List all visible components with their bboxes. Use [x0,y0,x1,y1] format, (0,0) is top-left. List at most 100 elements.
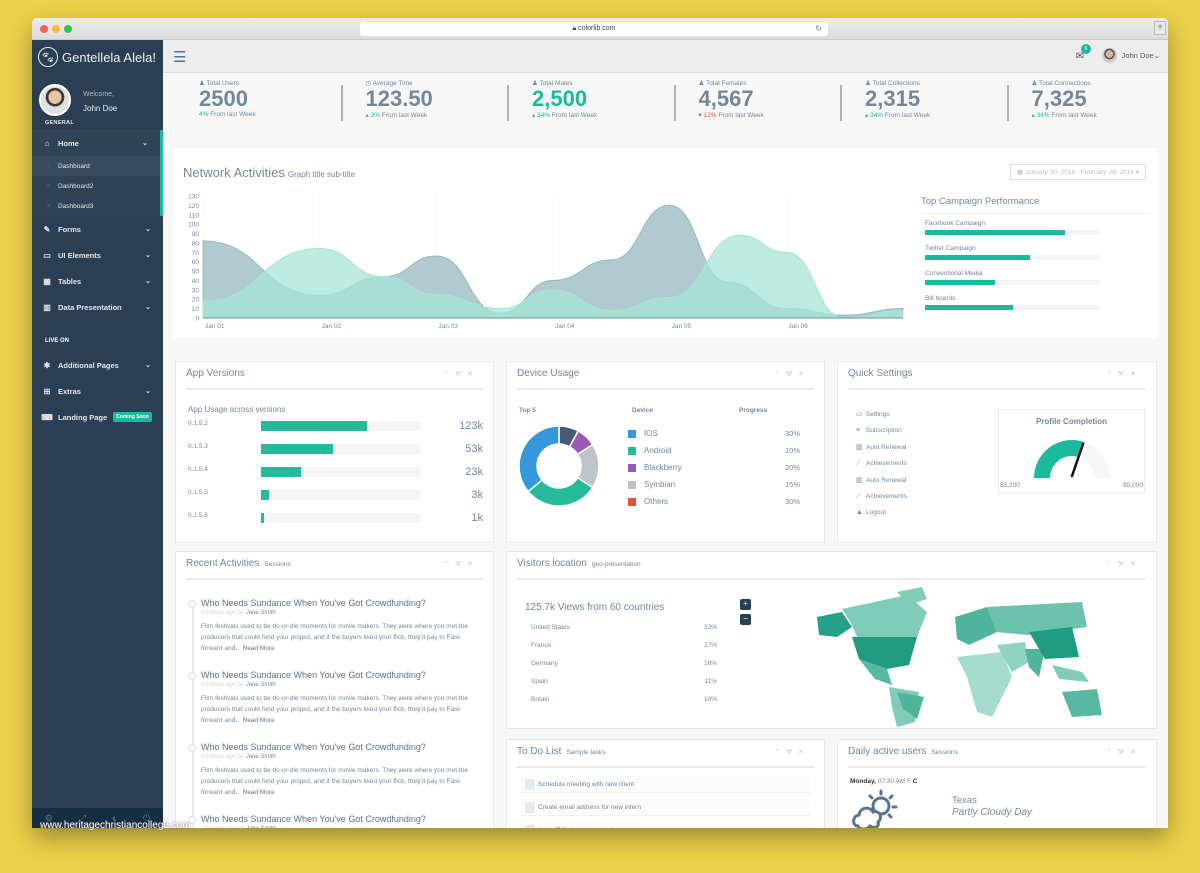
date-range-picker[interactable]: ▦ January 30, 2016 - February 28, 2016 ▾ [1009,164,1146,180]
activity-author[interactable]: Jane Smith [246,754,276,760]
collapse-icon[interactable]: ⌃ [774,749,786,756]
sidebar-item-label: Tables [58,276,82,286]
map-zoom-in-button[interactable]: + [740,599,751,610]
close-icon[interactable]: ✕ [1130,371,1142,378]
device-pct: 20% [784,463,800,472]
quick-settings-item[interactable]: ≡ Subscription [856,427,902,434]
read-more-link[interactable]: Read More [243,645,275,652]
read-more-link[interactable]: Read More [243,717,275,724]
close-icon[interactable]: ✕ [1130,561,1142,568]
avatar[interactable] [39,84,71,116]
chevron-down-icon: ⌄ [145,362,151,369]
country-name: France [531,642,552,649]
sidebar-item-ui-elements[interactable]: ▭ UI Elements ⌄ [32,242,163,268]
collapse-icon[interactable]: ⌃ [443,561,455,568]
col-device: Device [632,407,653,414]
activity-meta: 13 hours ago by Jane Smith [201,610,276,616]
sidebar-subitem-dashboard3[interactable]: Dashboard3 [32,196,160,216]
sidebar-item-extras[interactable]: ⊞ Extras ⌄ [32,378,163,404]
activity-author[interactable]: Jane Smith [246,826,276,828]
network-title-text: Network Activities [183,165,285,180]
wrench-icon[interactable]: ⚒ [1118,371,1130,378]
wrench-icon[interactable]: ⚒ [1118,749,1130,756]
weather-condition: Partly Cloudy Day [952,807,1033,818]
activity-title-link[interactable]: Who Needs Sundance When You've Got Crowd… [201,670,426,680]
todo-checkbox[interactable] [525,779,535,790]
activity-time: 13 hours ago by [201,754,245,760]
minimize-window-button[interactable] [52,25,60,33]
bar-chart-icon: ▥ [43,302,51,312]
close-window-button[interactable] [40,25,48,33]
sidebar-item-forms[interactable]: ✎ Forms ⌄ [32,216,163,242]
panel-title-text: Recent Activities [186,558,260,569]
activity-title-link[interactable]: Who Needs Sundance When You've Got Crowd… [201,814,426,824]
version-bar-track [261,467,421,477]
quick-settings-item[interactable]: ▥ Auto Renewal [856,443,906,451]
country-row: Germany 16% [531,660,717,667]
activity-author[interactable]: Jane Smith [246,682,276,688]
stat-delta-suffix: From last Week [883,112,931,119]
collapse-icon[interactable]: ⌃ [1106,749,1118,756]
brand[interactable]: 🐾︎ Gentellela Alela! [32,40,163,74]
sidebar-subitem-dashboard2[interactable]: Dashboard2 [32,176,160,196]
todo-checkbox[interactable] [525,825,535,828]
quick-settings-item[interactable]: ▥ Auto Renewal [856,476,906,484]
sidebar-item-additional-pages[interactable]: ✱ Additional Pages ⌄ [32,352,163,378]
world-map[interactable] [797,587,1127,727]
new-tab-button[interactable]: + [1154,21,1166,35]
panel-title: Device Usage [517,368,580,379]
sidebar-item-data-presentation[interactable]: ▥ Data Presentation ⌄ [32,294,163,320]
y-tick-label: 40 [192,278,200,285]
area-chart-icon: ▲ [856,509,863,516]
map-zoom-out-button[interactable]: − [740,614,751,625]
sidebar-item-home[interactable]: ⌂ Home ⌄ [32,130,163,156]
col-top5: Top 5 [519,407,536,414]
todo-checkbox[interactable] [525,802,535,813]
weather-location: Texas [952,795,977,806]
collapse-icon[interactable]: ⌃ [774,371,786,378]
address-bar[interactable]: 🔒︎ colorlib.com ↻ [360,22,828,36]
wrench-icon[interactable]: ⚒ [786,749,798,756]
user-avatar [1101,48,1117,63]
quick-settings-item[interactable]: ⟋ Achievements [856,460,907,468]
close-icon[interactable]: ✕ [1130,749,1142,756]
app-versions-panel: App Versions ⌃⚒✕ App Usage across versio… [175,361,494,543]
activity-title-link[interactable]: Who Needs Sundance When You've Got Crowd… [201,598,426,608]
sidebar-subitem-dashboard[interactable]: Dashboard [32,156,160,176]
hamburger-menu-icon[interactable]: ☰ [173,48,186,66]
country-pct: 16% [703,660,717,667]
main-content: ♟ Total Users 2500 4% From last Week ◷ Aver… [163,73,1168,828]
wrench-icon[interactable]: ⚒ [1118,561,1130,568]
maximize-window-button[interactable] [64,25,72,33]
close-icon[interactable]: ✕ [467,561,479,568]
close-icon[interactable]: ✕ [467,371,479,378]
wrench-icon[interactable]: ⚒ [786,371,798,378]
y-tick-label: 120 [188,203,199,210]
mail-button[interactable]: ✉ 6 [1076,44,1091,62]
quick-settings-item[interactable]: ⟋ Achievements [856,493,907,501]
collapse-icon[interactable]: ⌃ [1106,371,1118,378]
activity-author[interactable]: Jane Smith [246,610,276,616]
quick-settings-item[interactable]: ▲ Logout [856,509,886,516]
collapse-icon[interactable]: ⌃ [1106,561,1118,568]
device-legend-row: Blackberry 20% [628,462,808,476]
activity-title-link[interactable]: Who Needs Sundance When You've Got Crowd… [201,742,426,752]
country-name: United States [531,624,571,631]
sidebar-item-landing-page[interactable]: ⌨ Landing Page Coming Soon [32,404,163,430]
reload-icon[interactable]: ↻ [815,22,822,36]
wrench-icon[interactable]: ⚒ [455,561,467,568]
device-usage-panel: Device Usage ⌃⚒✕ Top 5 Device Progress I… [506,361,825,543]
wrench-icon[interactable]: ⚒ [455,371,467,378]
sidebar-item-tables[interactable]: ▦ Tables ⌄ [32,268,163,294]
collapse-icon[interactable]: ⌃ [443,371,455,378]
network-area-chart: 0 10 20 30 40 50 60 70 80 90 100 110 120 130 Jan 01 Jan… [188,194,904,330]
quick-settings-item[interactable]: ▭ Settings [856,410,890,418]
user-menu[interactable]: John Doe ⌄ [1101,48,1160,63]
panel-tools: ⌃⚒✕ [1106,748,1142,756]
legend-square-icon [628,481,636,489]
close-icon[interactable]: ✕ [798,749,810,756]
close-icon[interactable]: ✕ [798,371,810,378]
read-more-link[interactable]: Read More [243,789,275,796]
country-row: Britain 10% [531,696,717,703]
y-tick-label: 110 [189,212,200,219]
